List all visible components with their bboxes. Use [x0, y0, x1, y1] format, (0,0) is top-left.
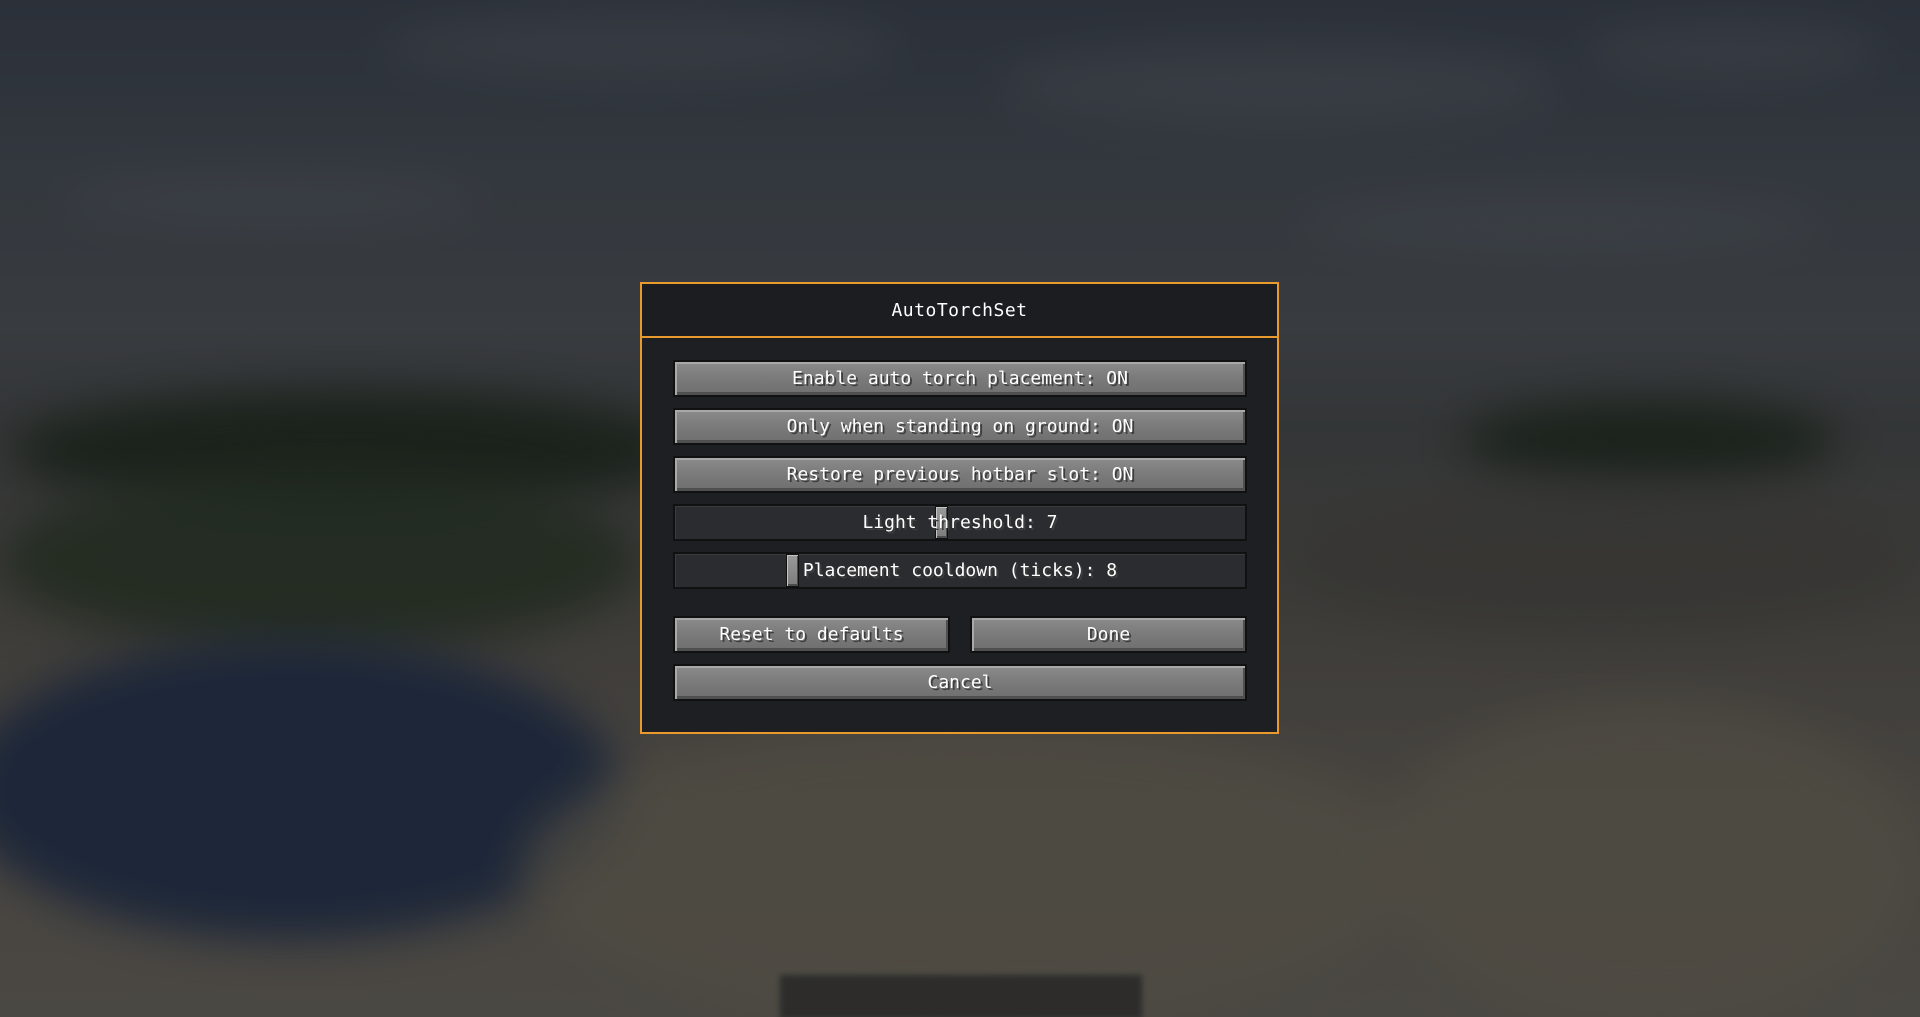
settings-dialog: AutoTorchSet Enable auto torch placement… — [640, 282, 1279, 734]
dialog-header: AutoTorchSet — [642, 284, 1277, 338]
reset-defaults-button[interactable]: Reset to defaults — [673, 616, 950, 653]
done-button[interactable]: Done — [970, 616, 1247, 653]
restore-hotbar-slot-toggle-button[interactable]: Restore previous hotbar slot: ON — [673, 456, 1247, 493]
cancel-button[interactable]: Cancel — [673, 664, 1247, 701]
light-threshold-slider-handle[interactable] — [935, 506, 948, 539]
ground-only-toggle-button[interactable]: Only when standing on ground: ON — [673, 408, 1247, 445]
dialog-title: AutoTorchSet — [891, 299, 1028, 321]
light-threshold-slider[interactable]: Light threshold: 7 — [673, 504, 1247, 541]
auto-torch-toggle-button[interactable]: Enable auto torch placement: ON — [673, 360, 1247, 397]
placement-cooldown-slider-handle[interactable] — [786, 554, 799, 587]
placement-cooldown-label: Placement cooldown (ticks): 8 — [802, 560, 1118, 581]
placement-cooldown-slider[interactable]: Placement cooldown (ticks): 8 — [673, 552, 1247, 589]
light-threshold-label: Light threshold: 7 — [862, 512, 1058, 533]
